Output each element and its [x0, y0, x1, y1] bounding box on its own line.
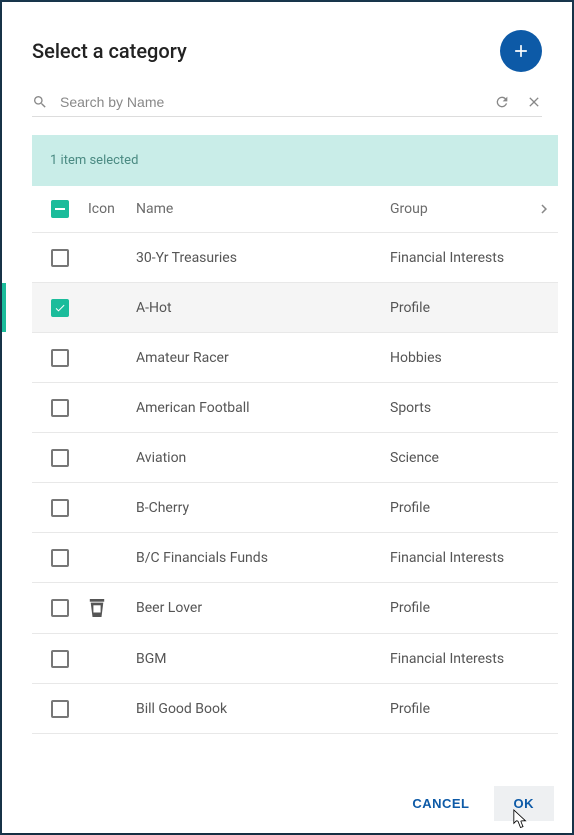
row-name: A-Hot [136, 300, 390, 316]
table-row[interactable]: B-CherryProfile [32, 483, 558, 533]
category-table: Icon Name Group 30-Yr TreasuriesFinancia… [32, 186, 558, 734]
row-group: Sports [390, 400, 530, 416]
table-row[interactable]: BGMFinancial Interests [32, 634, 558, 684]
row-name: Beer Lover [136, 600, 390, 616]
row-checkbox[interactable] [51, 549, 69, 567]
col-name: Name [136, 201, 390, 217]
row-checkbox[interactable] [51, 349, 69, 367]
row-name: Amateur Racer [136, 350, 390, 366]
col-icon: Icon [88, 201, 136, 217]
row-group: Science [390, 450, 530, 466]
row-checkbox[interactable] [51, 599, 69, 617]
clear-icon[interactable] [526, 94, 542, 110]
row-icon-cell [88, 597, 136, 619]
row-group: Financial Interests [390, 651, 530, 667]
expand-columns[interactable] [530, 200, 558, 218]
cancel-button[interactable]: CANCEL [392, 786, 489, 821]
row-group: Financial Interests [390, 250, 530, 266]
row-name: Bill Good Book [136, 701, 390, 717]
row-name: BGM [136, 651, 390, 667]
row-name: 30-Yr Treasuries [136, 250, 390, 266]
row-group: Hobbies [390, 350, 530, 366]
cup-icon [88, 597, 106, 619]
row-checkbox[interactable] [51, 399, 69, 417]
row-name: B-Cherry [136, 500, 390, 516]
row-group: Profile [390, 600, 530, 616]
table-row[interactable]: A-HotProfile [32, 283, 558, 333]
row-group: Profile [390, 701, 530, 717]
table-row[interactable]: American FootballSports [32, 383, 558, 433]
select-category-dialog: Select a category 1 item selected Icon N… [2, 2, 572, 833]
col-group: Group [390, 201, 530, 217]
dialog-footer: CANCEL OK [2, 773, 572, 833]
dialog-header: Select a category [2, 2, 572, 88]
search-icon [32, 94, 48, 110]
add-button[interactable] [500, 30, 542, 72]
table-row[interactable]: Bill Good BookProfile [32, 684, 558, 734]
ok-button[interactable]: OK [494, 786, 555, 821]
row-checkbox[interactable] [51, 449, 69, 467]
search-bar [32, 88, 542, 117]
table-row[interactable]: 30-Yr TreasuriesFinancial Interests [32, 233, 558, 283]
row-checkbox[interactable] [51, 650, 69, 668]
row-checkbox[interactable] [51, 499, 69, 517]
row-checkbox[interactable] [51, 700, 69, 718]
row-group: Profile [390, 500, 530, 516]
select-all-checkbox[interactable] [51, 200, 69, 218]
row-name: B/C Financials Funds [136, 550, 390, 566]
table-row[interactable]: Amateur RacerHobbies [32, 333, 558, 383]
plus-icon [511, 41, 531, 61]
chevron-right-icon [535, 200, 553, 218]
dialog-body[interactable]: 1 item selected Icon Name Group 30-Yr Tr… [2, 135, 572, 773]
row-name: American Football [136, 400, 390, 416]
refresh-icon[interactable] [494, 94, 510, 110]
table-row[interactable]: B/C Financials FundsFinancial Interests [32, 533, 558, 583]
row-group: Financial Interests [390, 550, 530, 566]
row-checkbox[interactable] [51, 299, 69, 317]
table-header: Icon Name Group [32, 186, 558, 233]
row-group: Profile [390, 300, 530, 316]
row-checkbox[interactable] [51, 249, 69, 267]
selection-banner: 1 item selected [32, 135, 558, 186]
table-row[interactable]: Beer LoverProfile [32, 583, 558, 634]
table-row[interactable]: AviationScience [32, 433, 558, 483]
search-input[interactable] [60, 94, 478, 110]
dialog-title: Select a category [32, 39, 187, 63]
row-name: Aviation [136, 450, 390, 466]
